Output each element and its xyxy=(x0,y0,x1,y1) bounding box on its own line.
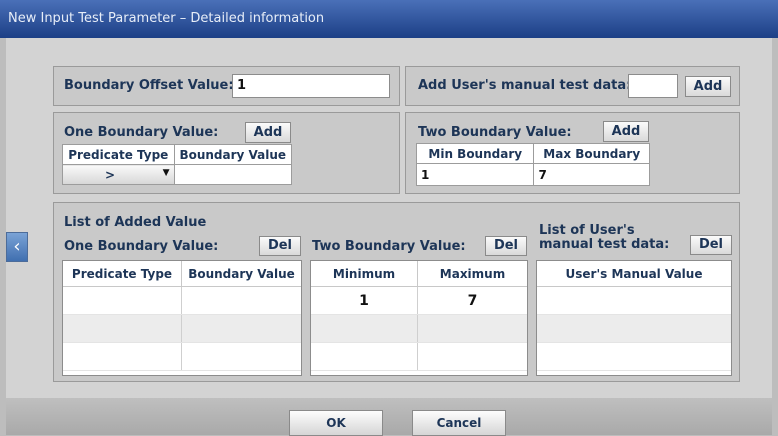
delete-one-boundary-button[interactable]: Del xyxy=(259,236,301,256)
added-manual-label-1: List of User's xyxy=(539,223,635,238)
min-boundary-header: Min Boundary xyxy=(415,143,535,164)
one-boundary-list-header: Predicate Type Boundary Value xyxy=(63,261,301,287)
list-row[interactable] xyxy=(63,315,301,343)
list-row[interactable] xyxy=(63,287,301,315)
added-two-boundary-label: Two Boundary Value: xyxy=(312,239,466,254)
boundary-value-header: Boundary Value xyxy=(173,144,293,165)
added-manual-label-2: manual test data: xyxy=(539,237,670,252)
one-boundary-list[interactable]: Predicate Type Boundary Value xyxy=(62,260,302,376)
boundary-value-input[interactable] xyxy=(173,164,293,185)
list-manual-value-header: User's Manual Value xyxy=(565,267,703,281)
list-row[interactable] xyxy=(537,315,731,343)
manual-test-data-panel: Add User's manual test data: Add xyxy=(405,66,740,106)
manual-test-data-input[interactable] xyxy=(628,74,678,98)
window-title: New Input Test Parameter – Detailed info… xyxy=(8,11,325,26)
list-row[interactable] xyxy=(63,343,301,371)
one-boundary-table: Predicate Type Boundary Value > ▼ xyxy=(62,144,293,185)
added-values-title: List of Added Value xyxy=(64,215,207,230)
dialog-button-bar xyxy=(6,398,772,435)
chevron-left-icon: ‹ xyxy=(13,236,21,257)
boundary-offset-label: Boundary Offset Value: xyxy=(64,78,234,93)
ok-button[interactable]: OK xyxy=(289,410,383,436)
list-boundary-value-header: Boundary Value xyxy=(188,267,295,281)
two-boundary-list[interactable]: Minimum Maximum 1 7 xyxy=(310,260,528,376)
list-row[interactable] xyxy=(537,343,731,371)
dropdown-arrow-icon: ▼ xyxy=(162,167,170,178)
two-boundary-table: Min Boundary Max Boundary 1 7 xyxy=(415,143,650,186)
cancel-button[interactable]: Cancel xyxy=(412,410,506,436)
two-boundary-label: Two Boundary Value: xyxy=(418,125,572,140)
boundary-offset-panel: Boundary Offset Value: 1 xyxy=(53,66,400,106)
max-boundary-input[interactable]: 7 xyxy=(533,163,650,186)
added-values-panel: List of Added Value One Boundary Value: … xyxy=(53,202,740,382)
window-title-bar: New Input Test Parameter – Detailed info… xyxy=(0,0,778,38)
delete-two-boundary-button[interactable]: Del xyxy=(485,236,527,256)
manual-value-list-header: User's Manual Value xyxy=(537,261,731,287)
added-one-boundary-label: One Boundary Value: xyxy=(64,239,219,254)
previous-page-button[interactable]: ‹ xyxy=(6,232,28,262)
manual-value-list[interactable]: User's Manual Value xyxy=(536,260,732,376)
list-minimum-header: Minimum xyxy=(311,261,419,286)
one-boundary-label: One Boundary Value: xyxy=(64,125,219,140)
list-maximum-header: Maximum xyxy=(439,267,506,281)
add-manual-data-button[interactable]: Add xyxy=(685,76,731,97)
predicate-type-header: Predicate Type xyxy=(62,144,175,165)
maximum-cell: 7 xyxy=(467,293,478,309)
two-boundary-panel: Two Boundary Value: Add Min Boundary Max… xyxy=(405,112,740,194)
add-one-boundary-button[interactable]: Add xyxy=(245,122,291,143)
min-boundary-input[interactable]: 1 xyxy=(415,163,535,186)
list-row[interactable] xyxy=(311,315,527,343)
list-row[interactable] xyxy=(537,287,731,315)
table-row[interactable]: 1 7 xyxy=(311,287,527,315)
predicate-type-select[interactable]: > ▼ xyxy=(62,164,175,185)
boundary-offset-input[interactable]: 1 xyxy=(232,74,390,98)
list-row[interactable] xyxy=(311,343,527,371)
delete-manual-data-button[interactable]: Del xyxy=(690,235,732,255)
max-boundary-header: Max Boundary xyxy=(533,143,650,164)
one-boundary-panel: One Boundary Value: Add Predicate Type B… xyxy=(53,112,400,194)
list-predicate-type-header: Predicate Type xyxy=(63,261,182,286)
manual-test-data-label: Add User's manual test data: xyxy=(418,78,632,93)
minimum-cell: 1 xyxy=(311,287,419,314)
add-two-boundary-button[interactable]: Add xyxy=(603,121,649,142)
two-boundary-list-header: Minimum Maximum xyxy=(311,261,527,287)
predicate-selected-value: > xyxy=(105,167,116,182)
